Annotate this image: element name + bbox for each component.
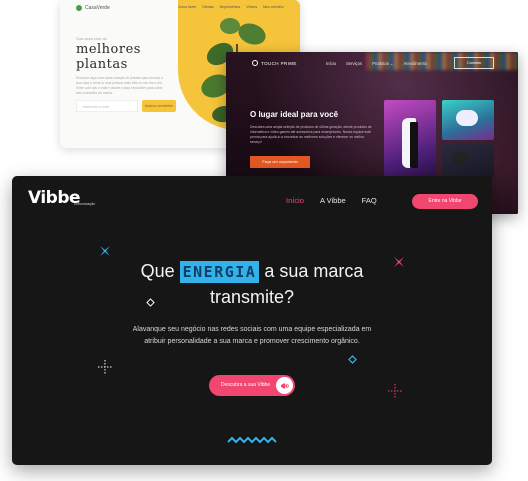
blue-diamond-decoration — [348, 355, 357, 364]
vibbe-nav: Início A Vibbe FAQ — [286, 196, 377, 205]
pink-star-decoration — [394, 257, 404, 267]
subheadline-line: Alavanque seu negócio nas redes sociais … — [132, 326, 372, 333]
electronics-nav-item[interactable]: Início — [326, 61, 336, 66]
plants-nav-item[interactable]: Como fazer — [178, 5, 196, 9]
vibbe-logo[interactable]: Vibbe comunicação — [28, 188, 95, 208]
gamepad-photo — [442, 144, 494, 178]
console-shape — [410, 122, 418, 168]
nav-home[interactable]: Início — [286, 196, 304, 205]
enter-vibbe-button[interactable]: Entre na Vibbe — [412, 194, 478, 209]
electronics-description: Descubra uma ampla seleção de produtos d… — [250, 125, 372, 144]
wave-decoration — [227, 436, 277, 444]
plants-nav: Como fazer Ofertas Depoimentos Vídeos Me… — [178, 5, 284, 9]
white-sparkle-decoration — [98, 360, 112, 374]
plants-title: melhores plantas — [76, 42, 141, 72]
electronics-title: O lugar ideal para você — [250, 110, 339, 119]
contact-button[interactable]: Contato — [454, 57, 494, 69]
plants-title-line: melhores — [76, 42, 141, 57]
plants-brand: CasaVerde — [85, 5, 110, 11]
electronics-nav-item[interactable]: Serviços — [346, 61, 362, 66]
headline-line2: transmite? — [209, 287, 295, 307]
plants-logo[interactable]: CasaVerde — [76, 5, 110, 11]
vibbe-headline: Que ENERGIA a sua marca transmite? — [12, 258, 492, 310]
plants-nav-item[interactable]: Vídeos — [246, 5, 257, 9]
diamond-outline-decoration — [146, 298, 155, 307]
console-photo — [384, 100, 436, 176]
megaphone-icon — [276, 377, 293, 394]
electronics-logo[interactable]: TOUCH PRIME — [252, 60, 297, 66]
vibbe-subheadline: Alavanque seu negócio nas redes sociais … — [12, 324, 492, 348]
nav-about[interactable]: A Vibbe — [320, 196, 346, 205]
discover-vibbe-button[interactable]: Descubra a sua Vibbe — [209, 375, 295, 396]
plants-nav-item[interactable]: Ofertas — [202, 5, 213, 9]
leaf-icon — [76, 5, 82, 11]
headline-highlight: ENERGIA — [179, 261, 260, 283]
plants-kicker: Sua casa com as — [76, 36, 107, 41]
plants-description: Encontre aqui uma vasta seleção de plant… — [76, 76, 164, 95]
electronics-nav: Início Serviços Produtos ⌄ Atendimento — [326, 61, 427, 66]
vibbe-logo-word: Vibbe — [28, 188, 81, 208]
quote-button[interactable]: Faça um orçamento — [250, 156, 310, 168]
headline-before: Que — [140, 261, 175, 281]
nav-faq[interactable]: FAQ — [362, 196, 377, 205]
vibbe-logo-sub: comunicação — [74, 202, 96, 206]
brand-icon — [252, 60, 258, 66]
vibbe-site-screenshot[interactable]: Vibbe comunicação Início A Vibbe FAQ Ent… — [12, 176, 492, 465]
email-input[interactable]: Insira seu e-mail — [76, 100, 138, 112]
electronics-nav-item[interactable]: Produtos ⌄ — [372, 61, 393, 66]
plants-nav-item[interactable]: Depoimentos — [220, 5, 241, 9]
electronics-brand: TOUCH PRIME — [261, 60, 297, 66]
subscribe-button[interactable]: Assinar newsletter — [142, 100, 176, 112]
blue-star-decoration — [100, 246, 110, 256]
controller-shape — [456, 110, 478, 126]
subheadline-line: atribuir personalidade a sua marca e pro… — [144, 338, 360, 345]
electronics-nav-item[interactable]: Atendimento — [404, 61, 428, 66]
controller-photo — [442, 100, 494, 140]
portfolio-mockup-stage: CasaVerde Como fazer Ofertas Depoimentos… — [0, 0, 528, 481]
headline-after: a sua marca — [264, 261, 364, 281]
plants-nav-item[interactable]: Meu carrinho — [263, 5, 283, 9]
plants-title-line: plantas — [76, 57, 128, 72]
pink-sparkle-decoration — [388, 384, 402, 398]
gamepad-shape — [452, 152, 468, 164]
discover-label: Descubra a sua Vibbe — [221, 382, 271, 388]
